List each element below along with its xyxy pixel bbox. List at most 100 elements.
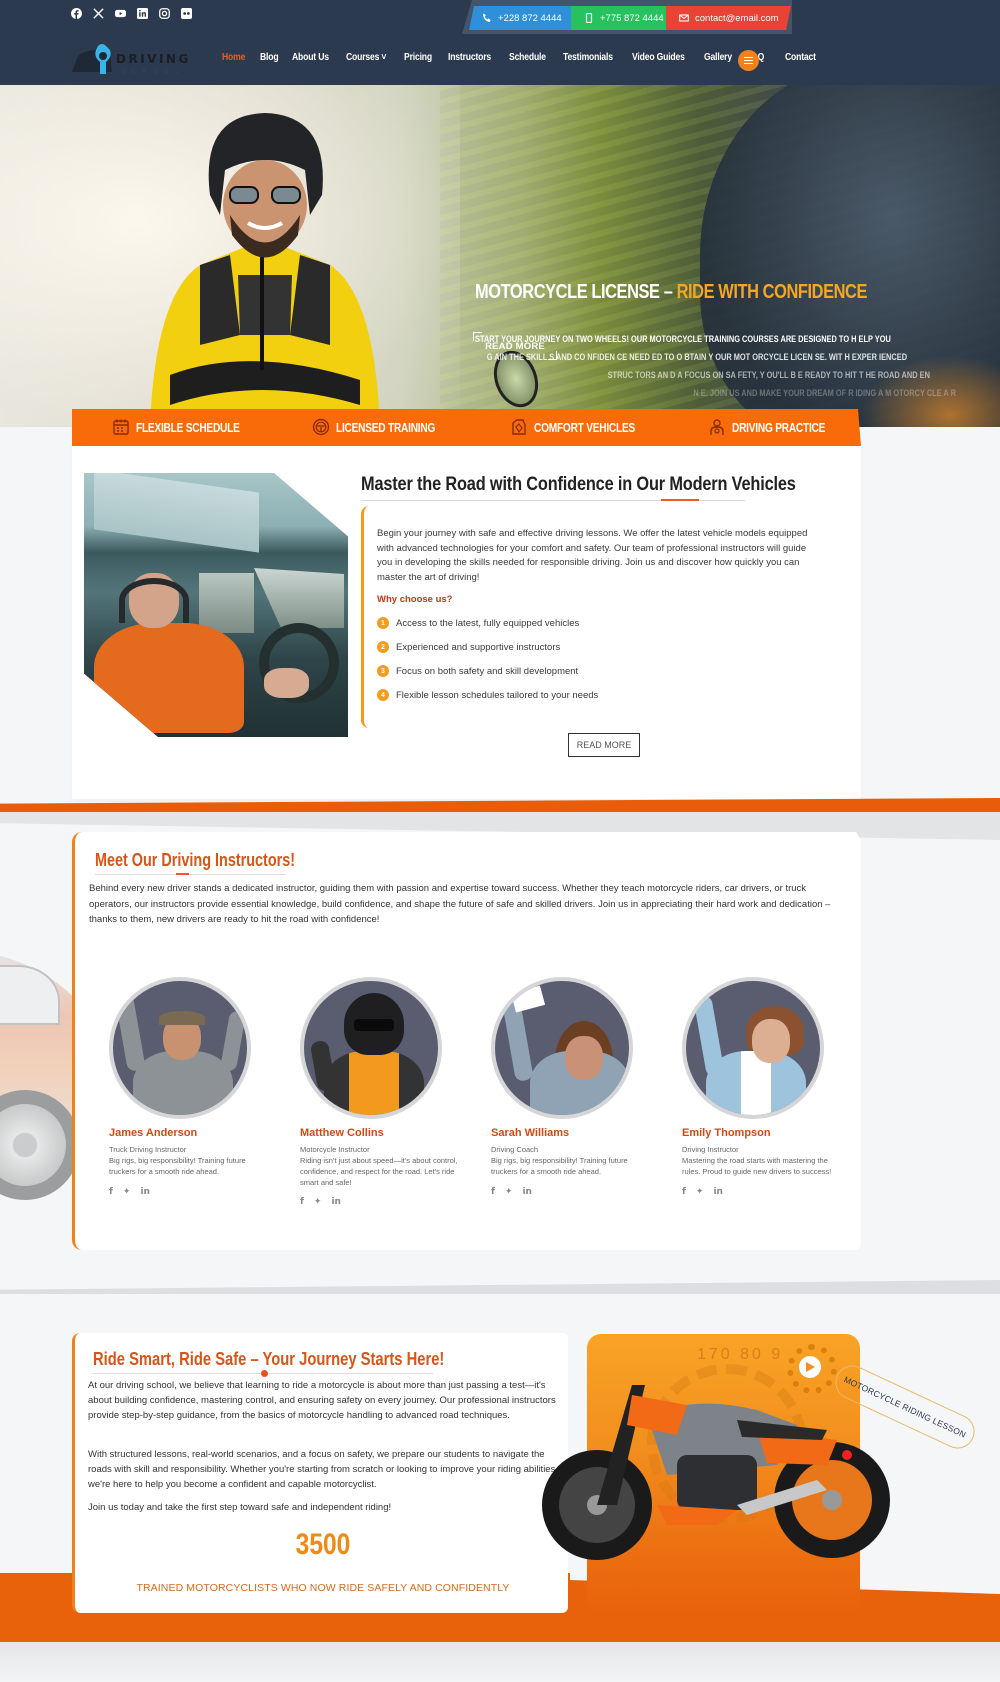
list-item-text: Focus on both safety and skill developme…	[396, 665, 579, 677]
hero-rider-image	[150, 113, 380, 427]
nav-about-us[interactable]: About Us	[292, 52, 329, 63]
linkedin-icon[interactable]: in	[522, 1187, 532, 1197]
instructor-name: Sarah Williams	[491, 1127, 570, 1139]
hero-subtitle-line: STRUC TORS AN D A FOCUS ON SA FETY, Y OU…	[607, 370, 930, 381]
phone-icon	[483, 13, 491, 22]
instructor-role: Driving Instructor	[682, 1145, 739, 1154]
hero-title: MOTORCYCLE LICENSE – RIDE WITH CONFIDENC…	[475, 281, 867, 304]
linkedin-icon[interactable]: in	[713, 1187, 723, 1197]
twitter-icon[interactable]: ✦	[314, 1197, 322, 1207]
instructors-title: Meet Our Driving Instructors!	[95, 850, 296, 870]
hero-read-more-button[interactable]: READ MORE	[473, 332, 557, 360]
ride-paragraph: Join us today and take the first step to…	[88, 1502, 392, 1513]
feature-driving-practice: DRIVING PRACTICE	[708, 418, 851, 436]
social-links	[70, 7, 192, 19]
instructor-name: James Anderson	[109, 1127, 198, 1139]
nav-contact[interactable]: Contact	[785, 52, 816, 63]
list-item-text: Access to the latest, fully equipped veh…	[396, 617, 580, 629]
youtube-icon[interactable]	[114, 7, 126, 19]
number-badge: 1	[377, 617, 389, 629]
title-accent-dot	[261, 1370, 268, 1377]
instructor-card: Matthew Collins Motorcycle Instructor Rid…	[294, 977, 474, 1237]
svg-text:DRIVING: DRIVING	[116, 52, 191, 66]
instructor-role: Driving Coach	[491, 1145, 539, 1154]
feature-label: DRIVING PRACTICE	[732, 419, 826, 435]
feature-label: FLEXIBLE SCHEDULE	[136, 419, 240, 435]
facebook-icon[interactable]: f	[491, 1187, 495, 1197]
about-title: Master the Road with Confidence in Our M…	[361, 474, 796, 495]
nav-testimonials[interactable]: Testimonials	[563, 52, 613, 63]
about-read-more-button[interactable]: READ MORE	[568, 733, 640, 757]
instructor-photo	[491, 977, 633, 1119]
nav-courses[interactable]: Courses ˅	[346, 52, 386, 63]
instagram-icon[interactable]	[158, 7, 170, 19]
hero-title-main: MOTORCYCLE LICENSE –	[475, 281, 677, 303]
instructor-bio: Driving Instructor Mastering the road sta…	[682, 1144, 842, 1177]
instructor-card: Sarah Williams Driving Coach Big rigs, bi…	[485, 977, 665, 1237]
linkedin-icon[interactable]	[136, 7, 148, 19]
orange-divider	[0, 798, 1000, 814]
instructor-photo	[300, 977, 442, 1119]
twitter-icon[interactable]: ✦	[505, 1187, 513, 1197]
twitter-icon[interactable]: ✦	[696, 1187, 704, 1197]
nav-video-guides[interactable]: Video Guides	[632, 52, 685, 63]
instructor-name: Emily Thompson	[682, 1127, 771, 1139]
about-paragraph: Begin your journey with safe and effecti…	[377, 528, 808, 583]
feature-flexible-schedule: FLEXIBLE SCHEDULE	[112, 418, 269, 436]
x-twitter-icon[interactable]	[92, 7, 104, 19]
mobile-button[interactable]: +775 872 4444	[571, 6, 667, 30]
mobile-number: +775 872 4444	[600, 12, 664, 24]
instructor-bio-text: Mastering the road starts with mastering…	[682, 1156, 832, 1176]
instructor-role: Truck Driving Instructor	[109, 1145, 187, 1154]
driver-icon	[708, 418, 726, 436]
instructor-socials: f ✦ in	[682, 1187, 723, 1197]
list-item-text: Flexible lesson schedules tailored to yo…	[396, 689, 599, 701]
title-accent	[176, 873, 189, 875]
facebook-icon[interactable]	[70, 7, 82, 19]
twitter-icon[interactable]: ✦	[123, 1187, 131, 1197]
calendar-icon	[112, 418, 130, 436]
linkedin-icon[interactable]: in	[140, 1187, 150, 1197]
list-item-text: Experienced and supportive instructors	[396, 641, 561, 653]
facebook-icon[interactable]: f	[682, 1187, 686, 1197]
grey-divider	[0, 1280, 1000, 1294]
instructors-grid: James Anderson Truck Driving Instructor B…	[75, 977, 864, 1247]
instructor-bio-text: Big rigs, big responsibility! Training f…	[491, 1156, 628, 1176]
instructor-socials: f ✦ in	[491, 1187, 532, 1197]
instructors-intro: Behind every new driver stands a dedicat…	[89, 883, 831, 925]
title-accent	[661, 499, 699, 501]
about-content: Begin your journey with safe and effecti…	[361, 506, 831, 728]
nav-home[interactable]: Home	[222, 52, 245, 63]
facebook-icon[interactable]: f	[300, 1197, 304, 1207]
list-item: 3 Focus on both safety and skill developm…	[377, 659, 598, 683]
facebook-icon[interactable]: f	[109, 1187, 113, 1197]
instructor-photo	[682, 977, 824, 1119]
email-button[interactable]: contact@email.com	[666, 6, 791, 30]
nav-blog[interactable]: Blog	[260, 52, 279, 63]
linkedin-icon[interactable]: in	[331, 1197, 341, 1207]
steering-wheel-icon	[312, 418, 330, 436]
nav-schedule[interactable]: Schedule	[509, 52, 546, 63]
instructor-socials: f ✦ in	[109, 1187, 150, 1197]
flickr-icon[interactable]	[180, 7, 192, 19]
nav-gallery[interactable]: Gallery	[704, 52, 732, 63]
number-badge: 4	[377, 689, 389, 701]
number-badge: 2	[377, 641, 389, 653]
site-header: +228 872 4444 +775 872 4444 contact@emai…	[0, 0, 1000, 85]
stat-number: 3500	[295, 1528, 351, 1561]
hamburger-menu-button[interactable]	[738, 50, 759, 71]
list-item: 2 Experienced and supportive instructors	[377, 635, 598, 659]
feature-label: COMFORT VEHICLES	[534, 419, 636, 435]
phone-button[interactable]: +228 872 4444	[469, 6, 572, 30]
ride-paragraph: At our driving school, we believe that l…	[88, 1380, 556, 1421]
title-underline	[95, 874, 286, 875]
list-item: 1 Access to the latest, fully equipped ve…	[377, 611, 598, 635]
nav-pricing[interactable]: Pricing	[404, 52, 432, 63]
feature-label: LICENSED TRAINING	[336, 419, 436, 435]
why-choose-heading: Why choose us?	[377, 594, 453, 605]
instructor-role: Motorcycle Instructor	[300, 1145, 370, 1154]
site-logo[interactable]: DRIVING SCHOOL	[70, 42, 200, 78]
list-item: 4 Flexible lesson schedules tailored to y…	[377, 683, 598, 707]
instructors-section: Meet Our Driving Instructors! Behind eve…	[72, 832, 861, 1250]
nav-instructors[interactable]: Instructors	[448, 52, 491, 63]
